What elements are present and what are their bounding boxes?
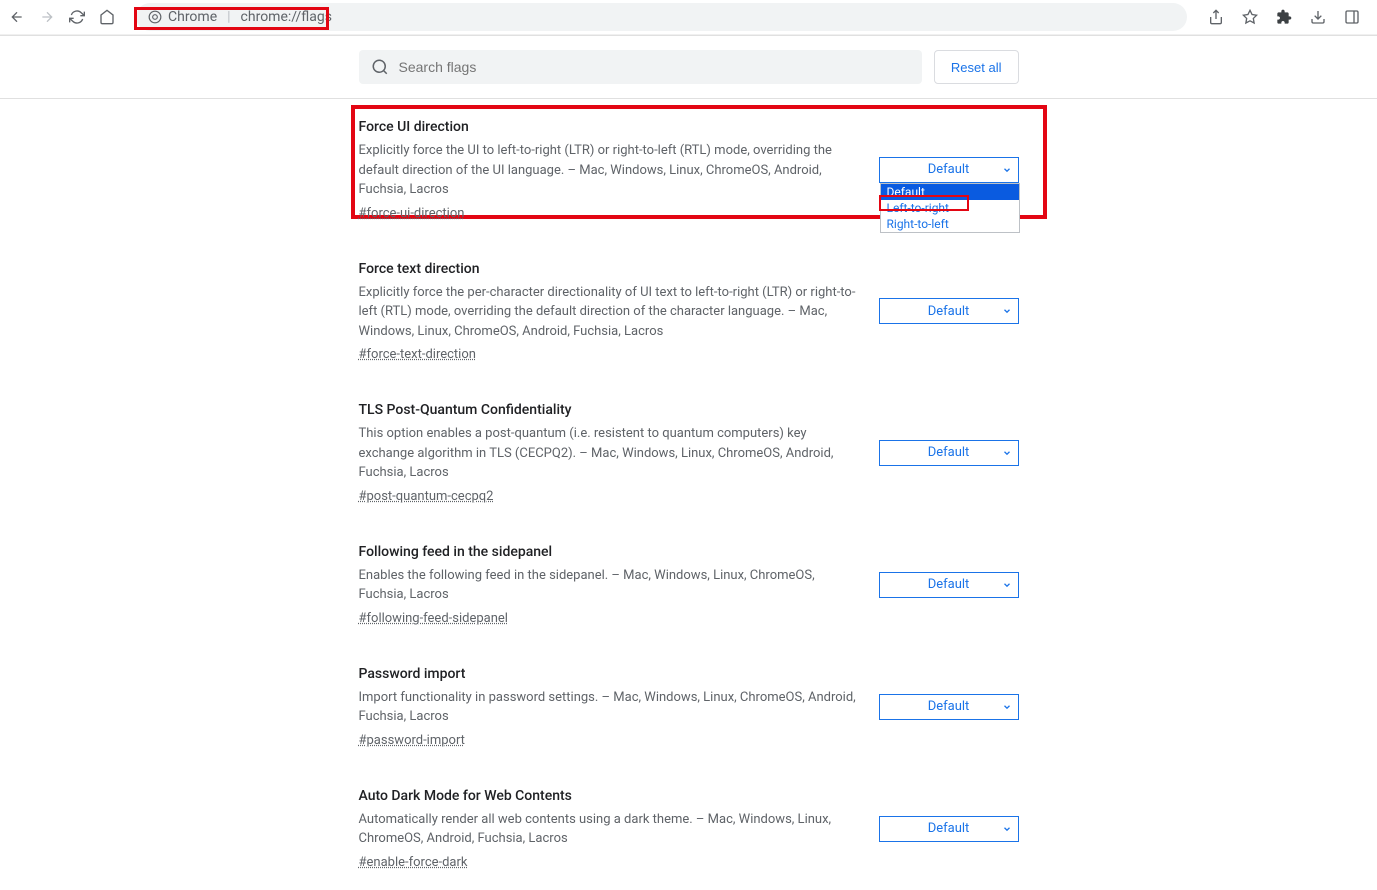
select-value: Default [928, 304, 970, 319]
forward-button[interactable] [38, 8, 56, 26]
flag-description: Explicitly force the per-character direc… [359, 283, 859, 342]
flags-page: Reset all Force UI direction Explicitly … [0, 35, 1377, 890]
address-bar[interactable]: Chrome | chrome://flags [136, 3, 1187, 31]
extensions-icon[interactable] [1275, 8, 1293, 26]
flag-title: Password import [359, 666, 859, 682]
url-scheme: Chrome [168, 9, 217, 25]
flag-title: Force UI direction [359, 119, 859, 135]
share-icon[interactable] [1207, 8, 1225, 26]
option-right-to-left[interactable]: Right-to-left [881, 216, 1019, 232]
flag-force-ui-direction: Force UI direction Explicitly force the … [359, 99, 1019, 241]
chevron-down-icon [1002, 580, 1012, 590]
flag-following-feed-sidepanel: Following feed in the sidepanel Enables … [359, 524, 1019, 646]
url-separator: | [227, 9, 230, 25]
flag-auto-dark-mode: Auto Dark Mode for Web Contents Automati… [359, 768, 1019, 890]
flag-description: Explicitly force the UI to left-to-right… [359, 141, 859, 200]
flag-select[interactable]: Default [879, 816, 1019, 842]
chrome-icon [148, 10, 162, 24]
option-left-to-right[interactable]: Left-to-right [881, 200, 1019, 216]
home-button[interactable] [98, 8, 116, 26]
flag-title: Following feed in the sidepanel [359, 544, 859, 560]
flag-description: Automatically render all web contents us… [359, 810, 859, 849]
flag-anchor-link[interactable]: #force-ui-direction [359, 206, 465, 221]
flag-select[interactable]: Default [879, 572, 1019, 598]
select-dropdown: Default Left-to-right Right-to-left [880, 183, 1020, 233]
flag-anchor-link[interactable]: #password-import [359, 733, 465, 748]
bookmark-star-icon[interactable] [1241, 8, 1259, 26]
select-value: Default [928, 445, 970, 460]
flag-description: This option enables a post-quantum (i.e.… [359, 424, 859, 483]
search-flags-input[interactable] [359, 50, 922, 84]
select-value: Default [928, 821, 970, 836]
flag-password-import: Password import Import functionality in … [359, 646, 1019, 768]
flag-description: Enables the following feed in the sidepa… [359, 566, 859, 605]
search-input-field[interactable] [399, 59, 910, 75]
back-button[interactable] [8, 8, 26, 26]
flag-force-text-direction: Force text direction Explicitly force th… [359, 241, 1019, 383]
chevron-down-icon [1002, 702, 1012, 712]
flag-select[interactable]: Default [879, 298, 1019, 324]
flag-title: TLS Post-Quantum Confidentiality [359, 402, 859, 418]
option-default[interactable]: Default [881, 184, 1019, 200]
flag-title: Force text direction [359, 261, 859, 277]
flag-description: Import functionality in password setting… [359, 688, 859, 727]
flag-select[interactable]: Default [879, 694, 1019, 720]
reload-button[interactable] [68, 8, 86, 26]
flag-tls-post-quantum: TLS Post-Quantum Confidentiality This op… [359, 382, 1019, 524]
flag-select[interactable]: Default [879, 440, 1019, 466]
chevron-down-icon [1002, 306, 1012, 316]
downloads-icon[interactable] [1309, 8, 1327, 26]
search-icon [371, 58, 389, 76]
reset-all-button[interactable]: Reset all [934, 50, 1019, 84]
chevron-down-icon [1002, 165, 1012, 175]
select-value: Default [928, 162, 970, 177]
chevron-down-icon [1002, 448, 1012, 458]
flag-anchor-link[interactable]: #following-feed-sidepanel [359, 611, 508, 626]
flag-anchor-link[interactable]: #post-quantum-cecpq2 [359, 489, 494, 504]
select-value: Default [928, 577, 970, 592]
flag-anchor-link[interactable]: #force-text-direction [359, 347, 476, 362]
browser-toolbar: Chrome | chrome://flags [0, 0, 1377, 35]
url-text: chrome://flags [241, 9, 332, 25]
select-value: Default [928, 699, 970, 714]
flag-anchor-link[interactable]: #enable-force-dark [359, 855, 468, 870]
flag-title: Auto Dark Mode for Web Contents [359, 788, 859, 804]
sidepanel-icon[interactable] [1343, 8, 1361, 26]
chevron-down-icon [1002, 824, 1012, 834]
flag-select[interactable]: Default Default Left-to-right Right-to-l… [879, 157, 1019, 183]
